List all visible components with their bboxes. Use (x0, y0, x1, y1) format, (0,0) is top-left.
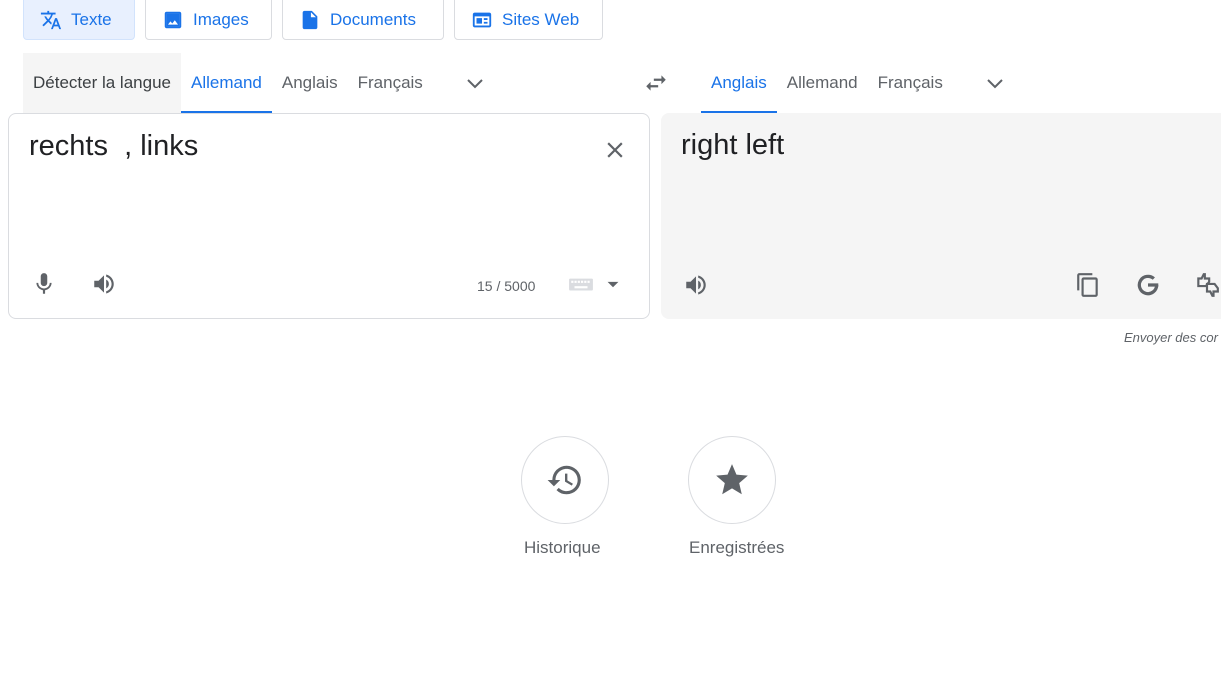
translation-text: right left (681, 129, 785, 161)
source-text-input[interactable]: rechts , links (29, 130, 198, 163)
source-lang-tab-german[interactable]: Allemand (180, 53, 272, 113)
mode-text-button[interactable]: Texte (23, 0, 135, 40)
character-count: 15 / 5000 (477, 278, 536, 294)
target-lang-tab-english[interactable]: Anglais (701, 53, 777, 113)
source-lang-more-chevron-icon[interactable] (463, 71, 487, 95)
microphone-icon[interactable] (24, 264, 64, 304)
history-icon (547, 465, 581, 495)
translate-icon (40, 9, 62, 31)
history-label: Historique (524, 538, 601, 557)
source-lang-tab-english[interactable]: Anglais (272, 53, 348, 113)
star-icon (716, 464, 748, 495)
source-listen-speaker-icon[interactable] (84, 264, 124, 304)
keyboard-icon[interactable] (563, 270, 599, 298)
clear-source-close-icon[interactable] (595, 130, 635, 170)
target-listen-speaker-icon[interactable] (676, 265, 716, 305)
translation-output-panel: right left (661, 113, 1221, 319)
target-lang-tab-german[interactable]: Allemand (777, 53, 868, 113)
source-language-bar: Détecter la langue Allemand Anglais Fran… (23, 53, 487, 113)
mode-images-label: Images (193, 10, 249, 29)
target-lang-tab-french[interactable]: Français (868, 53, 953, 113)
swap-languages-icon[interactable] (636, 63, 676, 103)
target-language-bar: Anglais Allemand Français (701, 53, 1007, 113)
mode-documents-label: Documents (330, 10, 416, 29)
send-feedback-link[interactable]: Envoyer des cor (1124, 330, 1218, 345)
detect-language-tab[interactable]: Détecter la langue (23, 53, 181, 113)
saved-label: Enregistrées (689, 538, 785, 557)
source-lang-tab-french[interactable]: Français (348, 53, 433, 113)
document-icon (299, 9, 321, 31)
mode-websites-button[interactable]: Sites Web (454, 0, 603, 40)
rate-translation-icon[interactable] (1187, 265, 1221, 305)
copy-translation-icon[interactable] (1068, 265, 1108, 305)
image-icon (162, 9, 184, 31)
saved-button[interactable] (688, 436, 776, 524)
mode-images-button[interactable]: Images (145, 0, 272, 40)
mode-documents-button[interactable]: Documents (282, 0, 444, 40)
input-tools-chevron-down-icon[interactable] (599, 270, 627, 298)
mode-websites-label: Sites Web (502, 10, 580, 29)
web-icon (471, 9, 493, 31)
google-g-icon[interactable] (1128, 265, 1168, 305)
source-text-panel: rechts , links 15 / 5000 (8, 113, 650, 319)
mode-text-label: Texte (71, 10, 112, 29)
history-button[interactable] (521, 436, 609, 524)
target-lang-more-chevron-icon[interactable] (983, 71, 1007, 95)
